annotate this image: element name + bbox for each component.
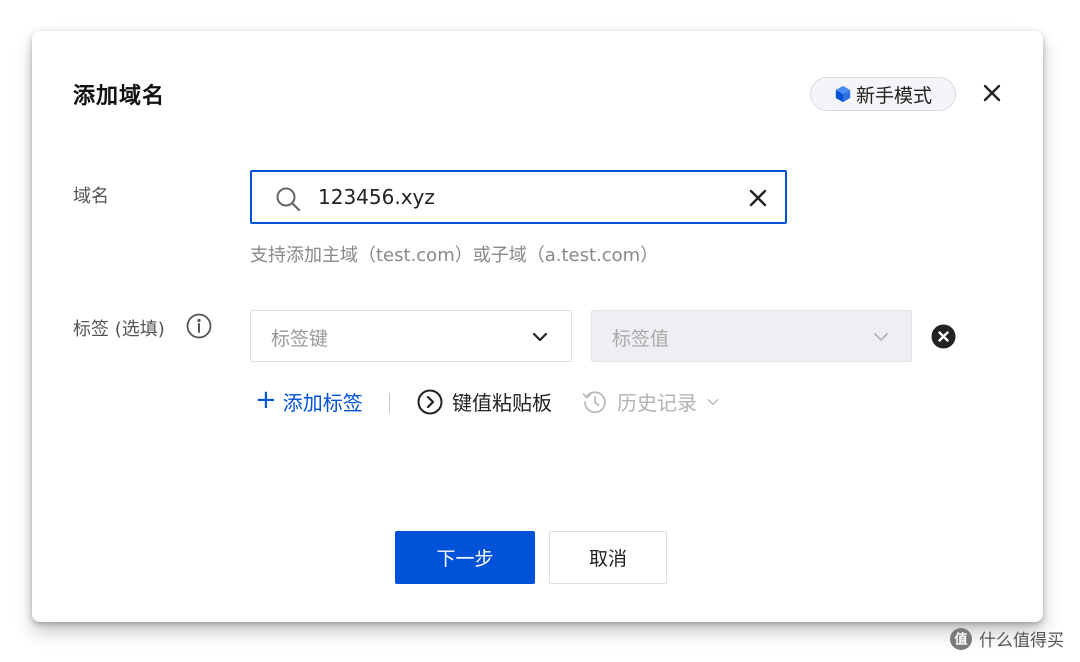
paste-board-label: 键值粘贴板 bbox=[452, 391, 552, 415]
watermark-text: 什么值得买 bbox=[979, 631, 1064, 651]
watermark: 值 什么值得买 bbox=[949, 626, 1064, 651]
cancel-button[interactable]: 取消 bbox=[549, 531, 667, 584]
domain-hint: 支持添加主域（test.com）或子域（a.test.com） bbox=[250, 245, 659, 266]
domain-input-value: 123456.xyz bbox=[318, 185, 435, 209]
next-step-button[interactable]: 下一步 bbox=[395, 531, 535, 584]
cube-icon bbox=[835, 85, 851, 103]
chevron-circle-icon bbox=[417, 389, 443, 414]
tag-key-placeholder: 标签键 bbox=[271, 328, 329, 350]
add-tag-button[interactable]: + 添加标签 bbox=[255, 387, 363, 416]
tag-value-select: 标签值 bbox=[591, 310, 912, 362]
tag-key-select[interactable]: 标签键 bbox=[250, 310, 572, 362]
remove-tag-icon[interactable] bbox=[931, 324, 956, 349]
history-icon bbox=[582, 390, 606, 413]
domain-label: 域名 bbox=[73, 186, 109, 207]
watermark-logo-icon: 值 bbox=[950, 627, 972, 650]
domain-input[interactable]: 123456.xyz bbox=[250, 170, 787, 224]
chevron-down-icon bbox=[532, 332, 548, 342]
clear-icon[interactable] bbox=[746, 186, 770, 210]
search-icon bbox=[276, 187, 301, 212]
history-button: 历史记录 bbox=[581, 387, 721, 416]
history-label: 历史记录 bbox=[617, 391, 697, 415]
info-icon[interactable] bbox=[185, 312, 213, 340]
divider bbox=[389, 393, 390, 413]
tag-label: 标签 (选填) bbox=[73, 319, 165, 340]
plus-icon: + bbox=[255, 385, 277, 415]
dialog-title: 添加域名 bbox=[73, 84, 166, 109]
paste-board-button[interactable]: 键值粘贴板 bbox=[416, 387, 552, 416]
add-tag-label: 添加标签 bbox=[282, 391, 363, 415]
chevron-down-icon bbox=[707, 398, 719, 405]
add-domain-dialog: 添加域名 新手模式 域名 123456.xyz 支持添加主域（test.com）… bbox=[32, 31, 1043, 622]
svg-text:值: 值 bbox=[954, 631, 967, 647]
chevron-down-icon bbox=[874, 333, 888, 341]
tag-value-placeholder: 标签值 bbox=[612, 328, 670, 350]
beginner-mode-button[interactable]: 新手模式 bbox=[810, 77, 956, 111]
close-icon[interactable] bbox=[980, 81, 1004, 105]
beginner-mode-label: 新手模式 bbox=[855, 84, 932, 107]
